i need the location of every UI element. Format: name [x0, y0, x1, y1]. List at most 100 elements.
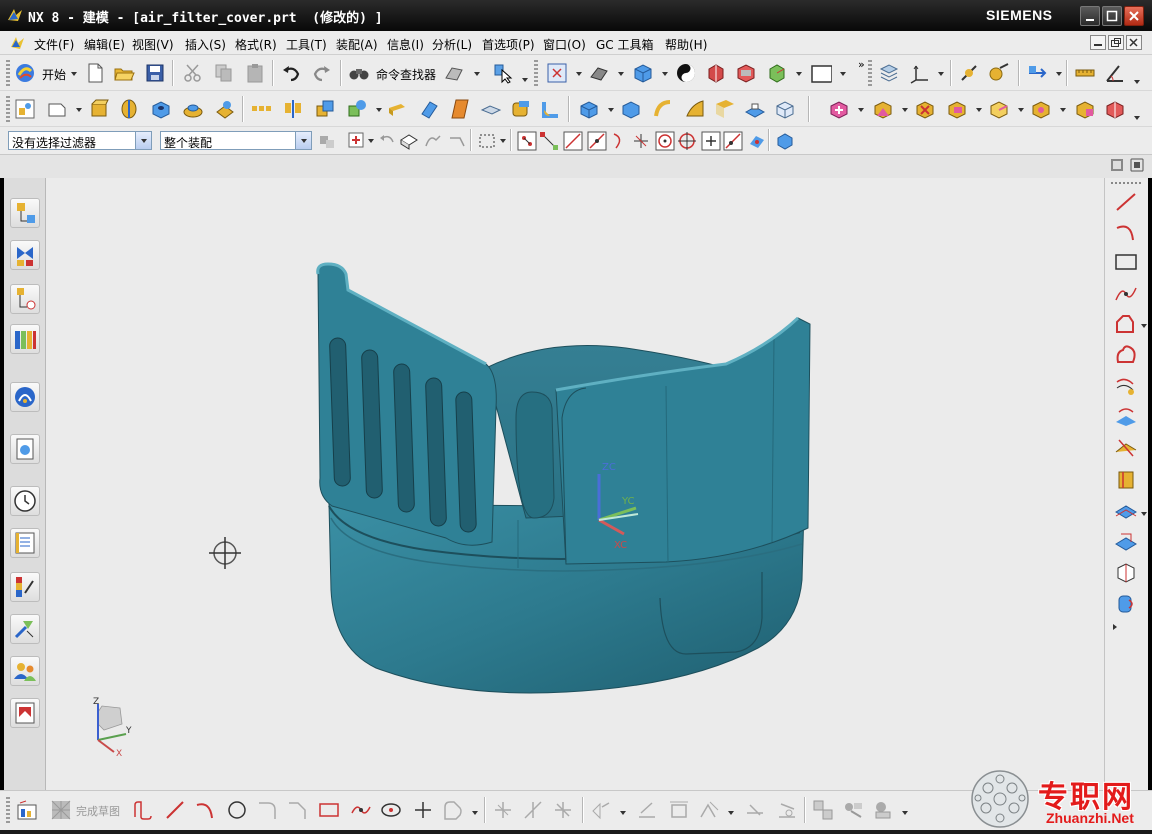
background-icon[interactable] — [675, 62, 697, 84]
finish-sketch-icon[interactable] — [50, 799, 72, 821]
line-icon[interactable] — [1113, 190, 1139, 214]
new-file-icon[interactable] — [84, 62, 106, 84]
infer-constraints-icon[interactable] — [842, 799, 864, 821]
cross-section-edit-icon[interactable] — [1074, 98, 1096, 120]
snap-point-on-face-icon[interactable] — [746, 130, 768, 152]
minimize-button[interactable] — [1080, 6, 1100, 26]
measure-angle-icon[interactable] — [1104, 62, 1126, 84]
toolbar-grip[interactable] — [6, 96, 10, 122]
make-corner-icon[interactable] — [552, 799, 574, 821]
sketch-rectangle-icon[interactable] — [318, 799, 340, 821]
fit-view-icon[interactable] — [546, 62, 568, 84]
start-dropdown-icon[interactable] — [71, 72, 77, 76]
snap-existing-point-icon[interactable] — [700, 130, 722, 152]
pattern-icon[interactable] — [250, 98, 272, 120]
rendering-style-icon[interactable] — [443, 62, 465, 84]
menu-gc-toolkit[interactable]: GC 工具箱 — [596, 36, 654, 53]
model-history-icon[interactable] — [1104, 98, 1126, 120]
delete-face-icon[interactable] — [914, 98, 936, 120]
cut-icon[interactable] — [182, 62, 204, 84]
polygon-icon[interactable] — [1113, 312, 1139, 336]
dropdown-icon[interactable] — [1060, 108, 1066, 112]
selection-scope-dropdown-button[interactable] — [295, 132, 311, 149]
plus-point-icon[interactable] — [412, 799, 434, 821]
arc-icon[interactable] — [1113, 220, 1139, 244]
dropdown-icon[interactable] — [902, 108, 908, 112]
type-filter-select[interactable]: 没有选择过滤器 — [8, 131, 152, 150]
menu-edit[interactable]: 编辑(E) — [84, 36, 125, 53]
part-navigator-tab[interactable] — [10, 284, 40, 314]
dropdown-icon[interactable] — [796, 72, 802, 76]
toolbar-grip[interactable] — [534, 60, 538, 86]
menu-insert[interactable]: 插入(S) — [185, 36, 226, 53]
helix-icon[interactable] — [1113, 592, 1139, 616]
assembly-navigator-tab[interactable] — [10, 198, 40, 228]
auto-constrain-icon[interactable] — [698, 799, 720, 821]
dropdown-icon[interactable] — [662, 72, 668, 76]
finish-sketch-button[interactable]: 完成草图 — [76, 803, 120, 819]
unite-icon[interactable] — [314, 98, 336, 120]
hole-icon[interactable] — [150, 98, 172, 120]
sketch-dimensions-icon[interactable] — [668, 799, 690, 821]
close-button[interactable] — [1124, 6, 1144, 26]
selection-cursor-icon[interactable] — [492, 62, 514, 84]
snap-midpoint-icon[interactable] — [586, 130, 608, 152]
dropdown-icon[interactable] — [472, 811, 478, 815]
dropdown-icon[interactable] — [368, 139, 374, 143]
roles-tab[interactable] — [10, 656, 40, 686]
nx-menu-icon[interactable] — [10, 35, 26, 51]
sketch-style-icon[interactable] — [872, 799, 894, 821]
dropdown-icon[interactable] — [902, 811, 908, 815]
undo-selection-icon[interactable] — [376, 130, 398, 152]
curve-on-surface-icon[interactable] — [1113, 530, 1139, 554]
rectangle-select-icon[interactable] — [476, 130, 498, 152]
system-scenes-tab[interactable] — [10, 698, 40, 728]
dropdown-icon[interactable] — [1141, 324, 1147, 328]
thicken-icon[interactable] — [386, 98, 408, 120]
wcs-icon[interactable] — [908, 62, 930, 84]
block-icon[interactable] — [578, 98, 600, 120]
geometric-constraints-icon[interactable] — [636, 799, 658, 821]
bounded-plane-icon[interactable] — [744, 98, 766, 120]
pattern-face-icon[interactable] — [1030, 98, 1052, 120]
menu-tools[interactable]: 工具(T) — [286, 36, 327, 53]
constraint-navigator-tab[interactable] — [10, 240, 40, 270]
binoculars-icon[interactable] — [348, 62, 370, 84]
extrude-icon[interactable] — [88, 98, 110, 120]
toolbar-grip[interactable] — [6, 60, 10, 86]
reattach-icon[interactable] — [812, 799, 834, 821]
dropdown-icon[interactable] — [608, 108, 614, 112]
sketch-arc-icon[interactable] — [194, 799, 216, 821]
subtract-icon[interactable] — [346, 98, 368, 120]
menu-window[interactable]: 窗口(O) — [543, 36, 586, 53]
dropdown-icon[interactable] — [376, 108, 382, 112]
feature-select-icon[interactable] — [774, 130, 796, 152]
graphics-window[interactable]: ZC YC XC Z Y X — [46, 178, 1104, 790]
selection-intent-icon[interactable] — [346, 130, 368, 152]
motion-icon[interactable] — [988, 62, 1010, 84]
dropdown-icon[interactable] — [522, 78, 528, 82]
dropdown-icon[interactable] — [728, 811, 734, 815]
toolbar-grip[interactable] — [6, 797, 10, 823]
chamfer-sketch-icon[interactable] — [286, 799, 308, 821]
open-folder-icon[interactable] — [113, 62, 135, 84]
dropdown-icon[interactable] — [1134, 116, 1140, 120]
split-body-icon[interactable] — [684, 98, 706, 120]
constraints-icon[interactable] — [590, 799, 612, 821]
doc-restore-button[interactable] — [1108, 35, 1124, 50]
quick-extend-icon[interactable] — [522, 799, 544, 821]
feature-face-icon[interactable] — [398, 130, 420, 152]
dropdown-icon[interactable] — [76, 108, 82, 112]
connected-curves-icon[interactable] — [446, 130, 468, 152]
dropdown-icon[interactable] — [1056, 72, 1062, 76]
snap-quadrant-icon[interactable] — [676, 130, 698, 152]
snap-line-icon[interactable] — [562, 130, 584, 152]
toolbar-grip[interactable] — [1111, 182, 1143, 184]
quick-trim-icon[interactable] — [492, 799, 514, 821]
menu-help[interactable]: 帮助(H) — [665, 36, 707, 53]
start-icon[interactable] — [14, 62, 36, 84]
web-browser-tab[interactable] — [10, 434, 40, 464]
snap-end-point-icon[interactable] — [538, 130, 560, 152]
snap-point-on-curve-icon[interactable] — [722, 130, 744, 152]
section-view-icon[interactable] — [705, 62, 727, 84]
